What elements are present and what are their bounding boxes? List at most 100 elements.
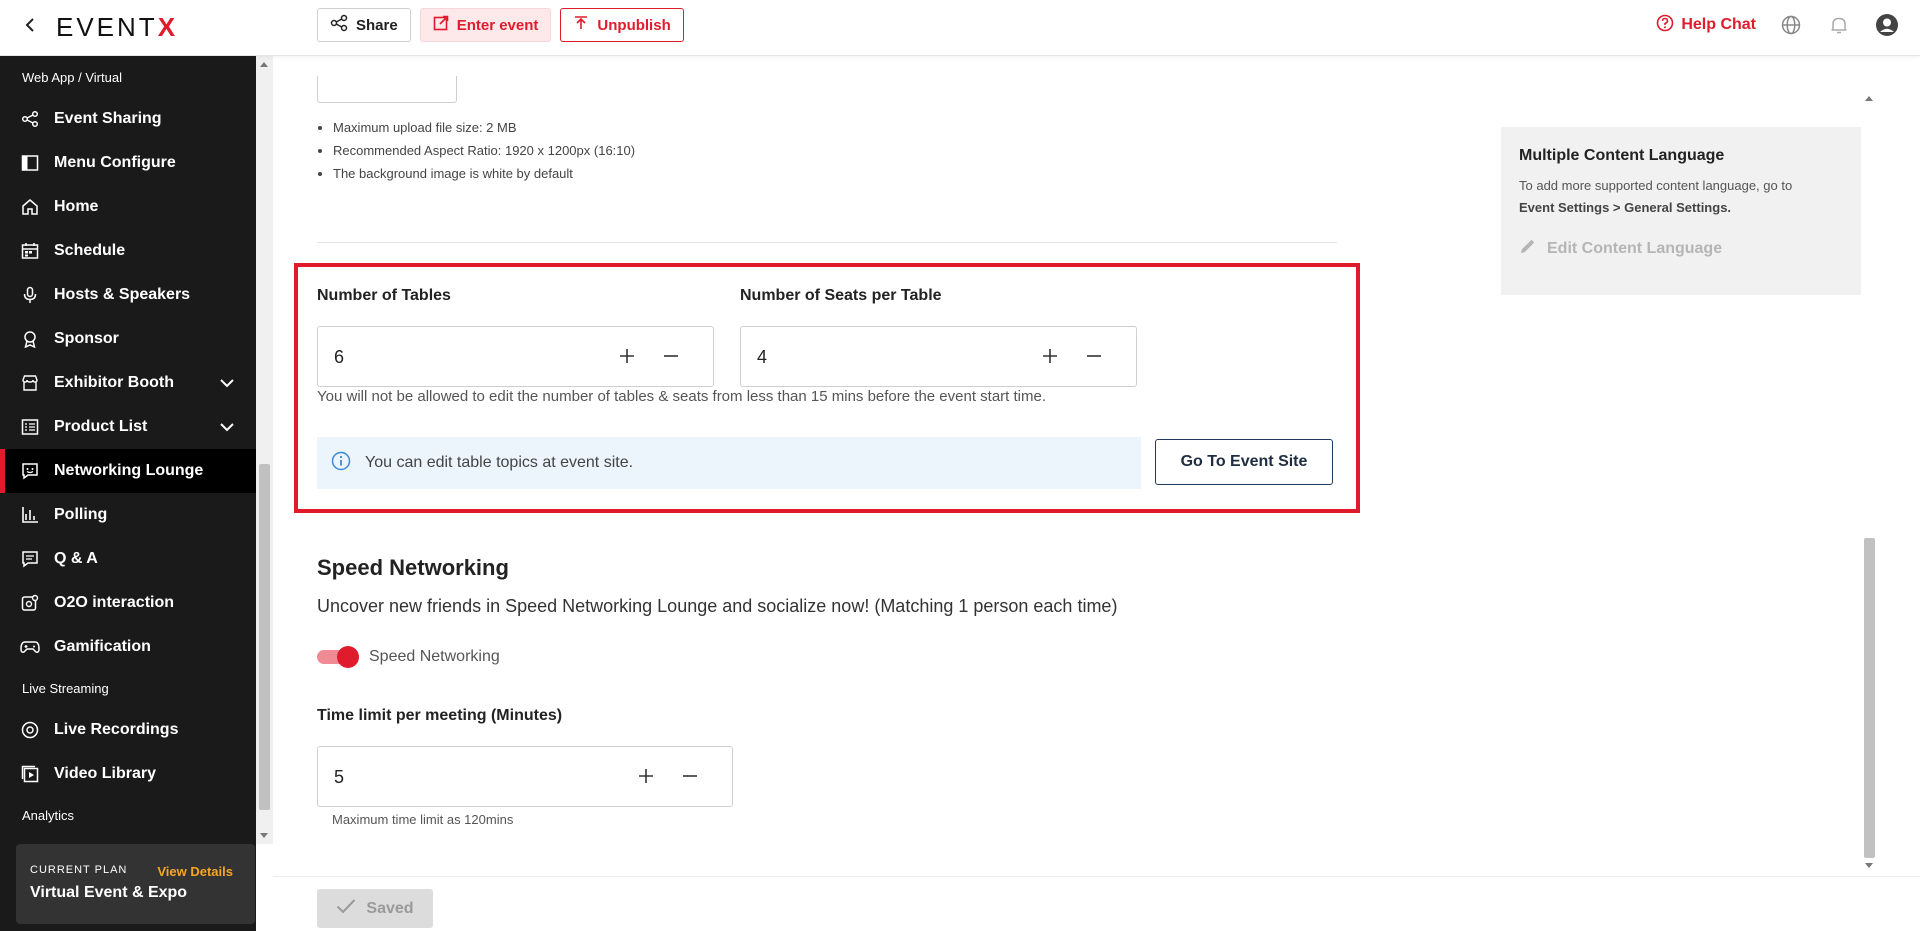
- minus-icon[interactable]: [659, 344, 683, 368]
- layout-icon: [20, 153, 40, 173]
- tables-stepper[interactable]: 6: [317, 326, 714, 387]
- sidebar-item-label: Live Recordings: [54, 721, 179, 738]
- sidebar-item-label: Gamification: [54, 638, 151, 655]
- time-limit-stepper[interactable]: 5: [317, 746, 733, 807]
- bar-chart-icon: [20, 505, 40, 525]
- sidebar-item-gamification[interactable]: Gamification: [0, 625, 256, 669]
- edit-content-language-button[interactable]: Edit Content Language: [1519, 237, 1843, 260]
- time-limit-hint: Maximum time limit as 120mins: [332, 812, 514, 827]
- chevron-down-icon[interactable]: [220, 375, 234, 393]
- section-live-streaming: Live Streaming: [22, 681, 109, 696]
- seats-value[interactable]: 4: [757, 347, 767, 368]
- sidebar-item-product-list[interactable]: Product List: [0, 405, 256, 449]
- share-button[interactable]: Share: [317, 8, 411, 42]
- view-details-link[interactable]: View Details: [157, 864, 233, 879]
- saved-button[interactable]: Saved: [317, 889, 433, 928]
- bell-icon[interactable]: [1826, 12, 1852, 38]
- sidebar-item-polling[interactable]: Polling: [0, 493, 256, 537]
- list-icon: [20, 417, 40, 437]
- plus-icon[interactable]: [634, 764, 658, 788]
- sidebar-item-label: Sponsor: [54, 330, 119, 347]
- sidebar-item-hosts-speakers[interactable]: Hosts & Speakers: [0, 273, 256, 317]
- minus-icon[interactable]: [1082, 344, 1106, 368]
- enter-event-button[interactable]: Enter event: [419, 8, 552, 42]
- main-scrollbar[interactable]: [1861, 94, 1877, 870]
- interaction-icon: [20, 593, 40, 613]
- scroll-down-arrow[interactable]: [1865, 863, 1873, 868]
- tables-value[interactable]: 6: [334, 347, 344, 368]
- help-chat-button[interactable]: Help Chat: [1656, 14, 1756, 37]
- sidebar-item-event-sharing[interactable]: Event Sharing: [0, 97, 256, 141]
- speed-networking-toggle-row: Speed Networking: [317, 646, 500, 668]
- logo-text: EVENT: [56, 12, 158, 42]
- store-icon: [20, 373, 40, 393]
- language-panel-path: Event Settings > General Settings.: [1519, 200, 1732, 215]
- sidebar-item-label: Q & A: [54, 550, 98, 567]
- upload-requirement: The background image is white by default: [333, 166, 635, 181]
- sidebar-item-sponsor[interactable]: Sponsor: [0, 317, 256, 361]
- home-icon: [20, 197, 40, 217]
- speed-networking-toggle[interactable]: [317, 646, 359, 668]
- sidebar-item-schedule[interactable]: Schedule: [0, 229, 256, 273]
- plus-icon[interactable]: [1038, 344, 1062, 368]
- sidebar-scrollbar[interactable]: [256, 56, 273, 844]
- scroll-thumb[interactable]: [1864, 538, 1875, 858]
- globe-icon[interactable]: [1778, 12, 1804, 38]
- saved-label: Saved: [366, 899, 414, 917]
- sidebar-item-label: O2O interaction: [54, 594, 175, 611]
- seats-stepper[interactable]: 4: [740, 326, 1137, 387]
- sidebar-item-menu-configure[interactable]: Menu Configure: [0, 141, 256, 185]
- scroll-up-arrow[interactable]: [1865, 96, 1873, 101]
- chevron-down-icon[interactable]: [220, 419, 234, 437]
- sidebar-item-label: Menu Configure: [54, 154, 176, 171]
- top-right-tools: Help Chat: [1656, 12, 1900, 38]
- upload-button[interactable]: [317, 76, 457, 103]
- share-icon: [20, 109, 40, 129]
- language-panel-title: Multiple Content Language: [1519, 147, 1725, 164]
- logo-accent: X: [157, 12, 179, 42]
- sidebar-item-label: Video Library: [54, 765, 156, 782]
- go-to-event-site-button[interactable]: Go To Event Site: [1155, 439, 1333, 485]
- plus-icon[interactable]: [615, 344, 639, 368]
- pencil-icon: [1519, 237, 1537, 260]
- scroll-thumb[interactable]: [259, 464, 270, 810]
- chat-icon: [20, 461, 40, 481]
- gamepad-icon: [20, 637, 40, 657]
- upload-requirement: Maximum upload file size: 2 MB: [333, 120, 635, 135]
- sidebar-item-exhibitor-booth[interactable]: Exhibitor Booth: [0, 361, 256, 405]
- scroll-down-arrow[interactable]: [260, 833, 268, 838]
- time-limit-value[interactable]: 5: [334, 767, 344, 788]
- sidebar: Web App / Virtual Event Sharing Menu Con…: [0, 56, 256, 931]
- speed-networking-title: Speed Networking: [317, 555, 509, 580]
- language-panel-description: To add more supported content language, …: [1519, 175, 1843, 219]
- top-actions: Share Enter event Unpublish: [317, 8, 684, 42]
- section-web-app: Web App / Virtual: [22, 70, 122, 85]
- time-limit-label: Time limit per meeting (Minutes): [317, 707, 563, 724]
- user-avatar-icon[interactable]: [1874, 12, 1900, 38]
- sidebar-item-label: Exhibitor Booth: [54, 374, 174, 391]
- info-banner: You can edit table topics at event site.: [317, 437, 1141, 489]
- sidebar-item-label: Product List: [54, 418, 148, 435]
- minus-icon[interactable]: [678, 764, 702, 788]
- eventx-logo[interactable]: EVENTX: [56, 12, 178, 43]
- unpublish-button[interactable]: Unpublish: [560, 8, 684, 42]
- toggle-label: Speed Networking: [369, 648, 500, 665]
- enter-event-label: Enter event: [456, 16, 539, 34]
- sidebar-item-o2o-interaction[interactable]: O2O interaction: [0, 581, 256, 625]
- microphone-icon: [20, 285, 40, 305]
- share-icon: [330, 14, 348, 36]
- sidebar-item-label: Polling: [54, 506, 108, 523]
- sidebar-item-home[interactable]: Home: [0, 185, 256, 229]
- back-chevron-icon[interactable]: [20, 14, 42, 36]
- bottom-action-bar: Saved: [273, 876, 1920, 931]
- toggle-knob: [337, 646, 359, 668]
- speed-networking-description: Uncover new friends in Speed Networking …: [317, 596, 1118, 616]
- sidebar-item-video-library[interactable]: Video Library: [0, 752, 256, 796]
- info-text: You can edit table topics at event site.: [365, 454, 634, 471]
- sidebar-item-label: Networking Lounge: [54, 462, 204, 479]
- plan-name: Virtual Event & Expo: [30, 884, 188, 901]
- scroll-up-arrow[interactable]: [260, 62, 268, 67]
- sidebar-item-networking-lounge[interactable]: Networking Lounge: [0, 449, 256, 493]
- sidebar-item-live-recordings[interactable]: Live Recordings: [0, 708, 256, 752]
- sidebar-item-qa[interactable]: Q & A: [0, 537, 256, 581]
